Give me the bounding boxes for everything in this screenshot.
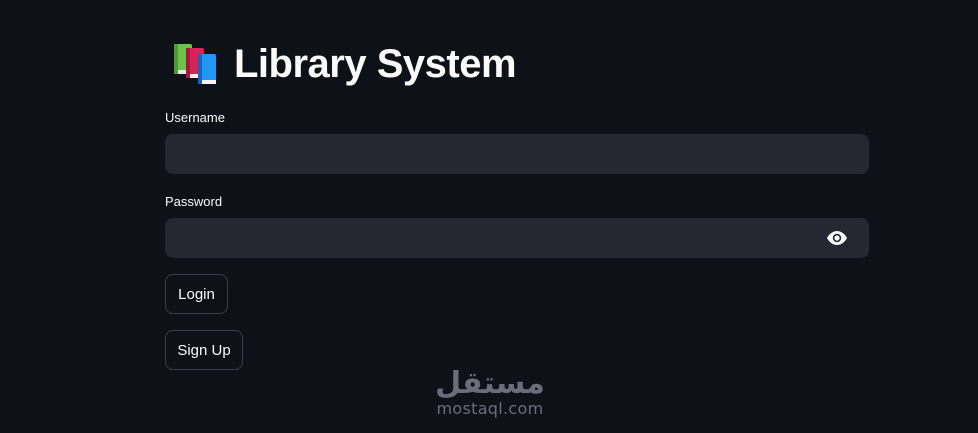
page-header: Library System bbox=[172, 40, 517, 88]
password-input[interactable] bbox=[165, 218, 869, 258]
login-page: Library System Username Password Login S… bbox=[0, 0, 978, 433]
page-title: Library System bbox=[234, 41, 517, 86]
username-input[interactable] bbox=[165, 134, 869, 174]
watermark: مستقل mostaql.com bbox=[430, 368, 550, 418]
username-field-container bbox=[165, 134, 869, 174]
watermark-arabic-text: مستقل bbox=[435, 366, 545, 401]
password-field-container bbox=[165, 218, 869, 258]
login-button-label: Login bbox=[178, 285, 215, 303]
password-label: Password bbox=[165, 194, 223, 209]
books-icon bbox=[174, 44, 216, 84]
eye-icon bbox=[827, 231, 847, 245]
watermark-latin-text: mostaql.com bbox=[436, 399, 544, 418]
login-button[interactable]: Login bbox=[165, 274, 228, 314]
show-password-button[interactable] bbox=[825, 228, 849, 248]
signup-button-label: Sign Up bbox=[177, 341, 231, 359]
username-label: Username bbox=[165, 110, 225, 125]
signup-button[interactable]: Sign Up bbox=[165, 330, 243, 370]
